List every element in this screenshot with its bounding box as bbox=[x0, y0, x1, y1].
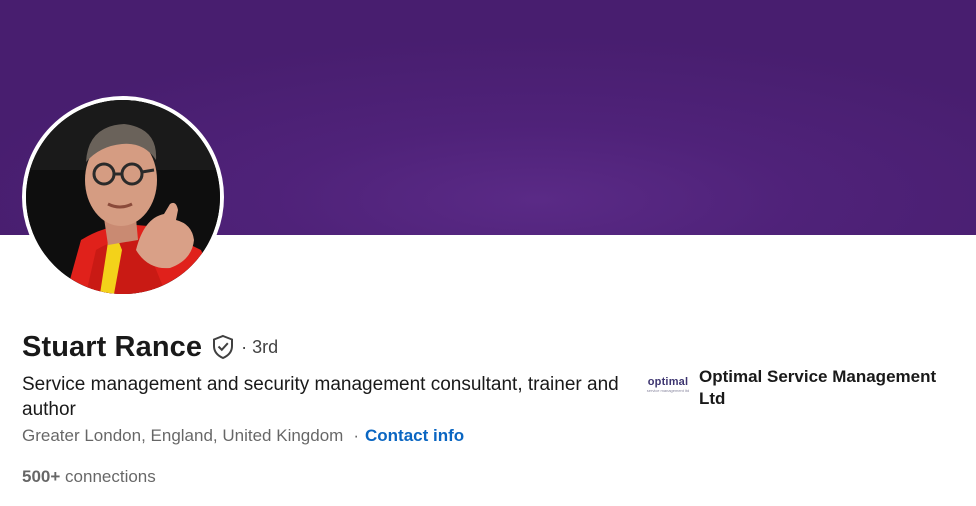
connections-number: 500+ bbox=[22, 467, 61, 486]
company-logo: optimal service management ltd bbox=[644, 366, 692, 404]
connection-degree: · 3rd bbox=[241, 336, 279, 357]
shield-check-icon[interactable] bbox=[211, 334, 235, 360]
location-row: Greater London, England, United Kingdom … bbox=[22, 426, 464, 446]
connections-label: connections bbox=[65, 467, 156, 486]
profile-name: Stuart Rance bbox=[22, 330, 203, 363]
company-name: Optimal Service Management Ltd bbox=[699, 367, 937, 408]
contact-info-link[interactable]: Contact info bbox=[365, 426, 464, 446]
profile-headline: Service management and security manageme… bbox=[22, 374, 619, 420]
name-row: Stuart Rance · 3rd bbox=[22, 330, 278, 364]
profile-location: Greater London, England, United Kingdom bbox=[22, 426, 344, 445]
profile-photo-image bbox=[26, 100, 220, 294]
company-logo-subtext: service management ltd bbox=[646, 388, 690, 393]
separator-dot: · bbox=[353, 426, 359, 445]
current-company-link[interactable]: optimal service management ltd Optimal S… bbox=[644, 366, 949, 410]
connections-count[interactable]: 500+ connections bbox=[22, 467, 156, 487]
profile-photo[interactable] bbox=[22, 96, 224, 298]
company-logo-text: optimal bbox=[647, 376, 689, 388]
